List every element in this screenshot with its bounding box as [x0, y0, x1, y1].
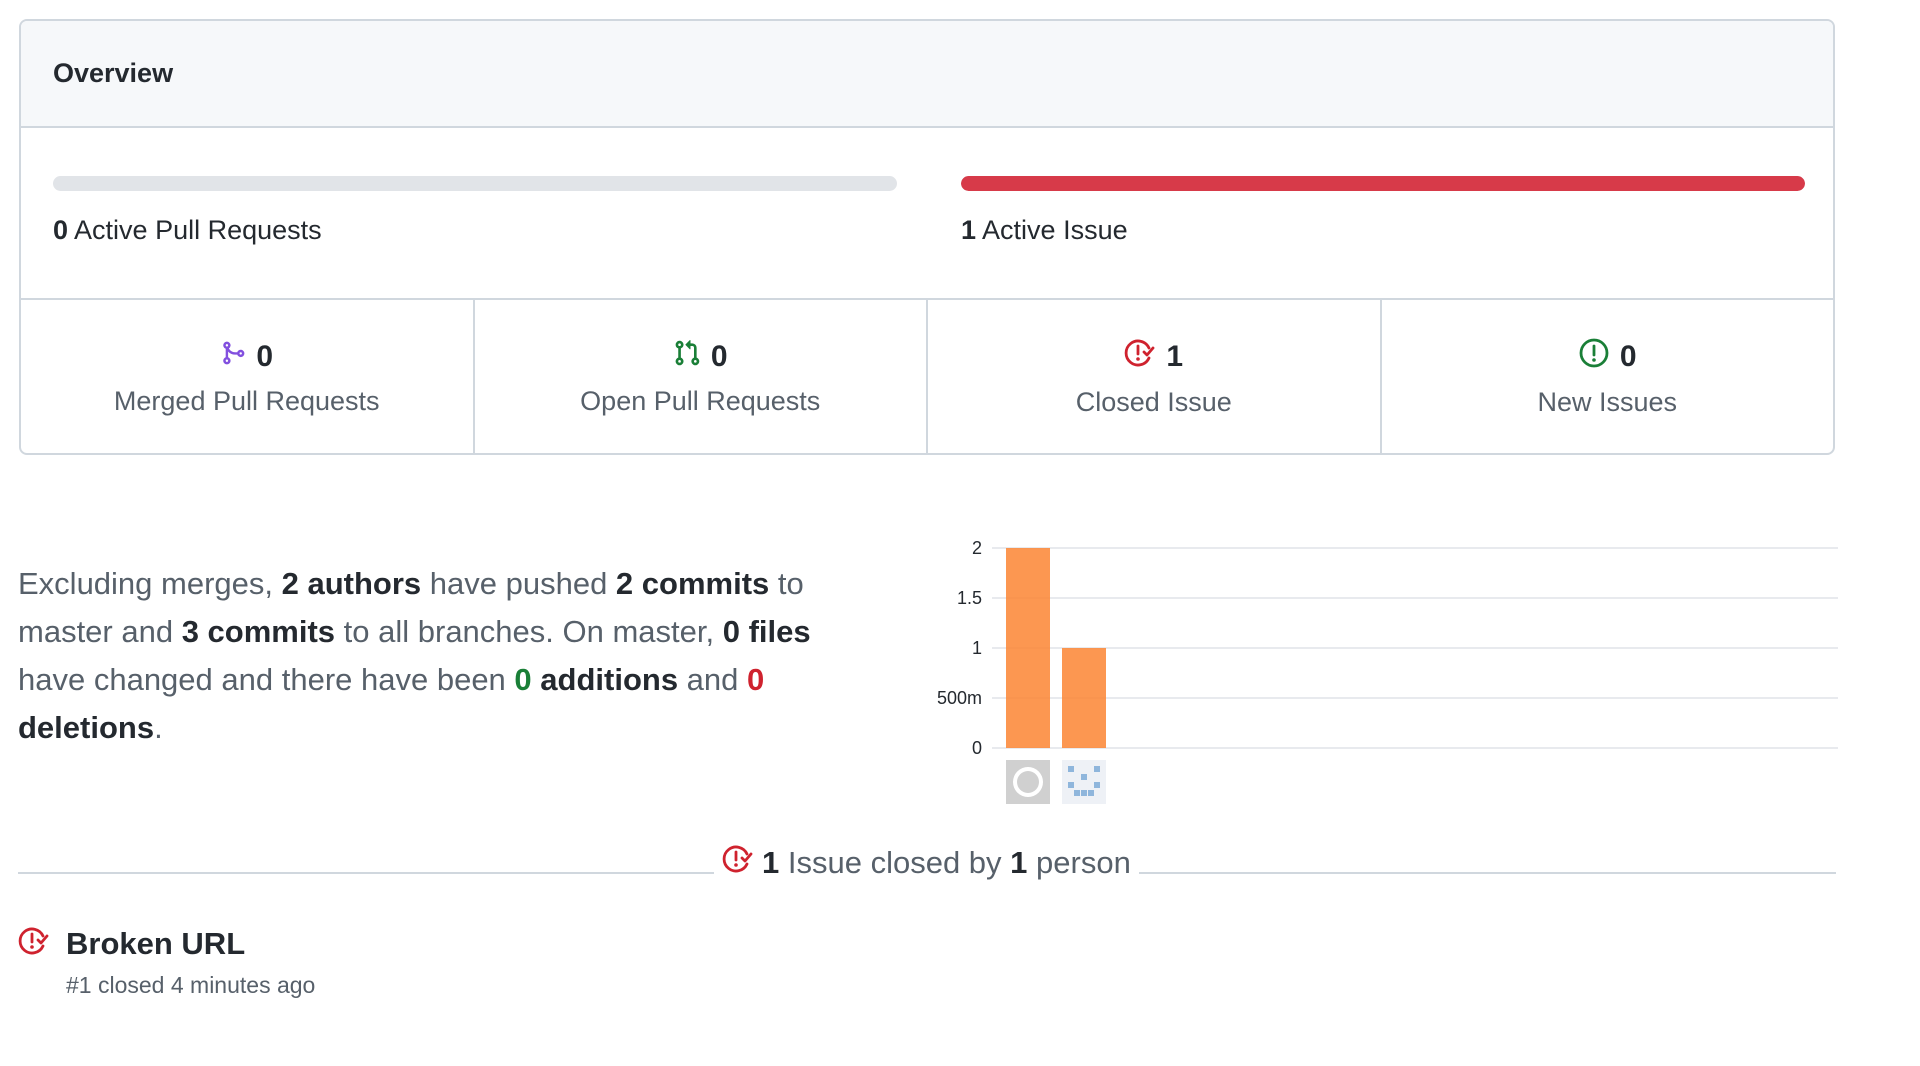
identicon-pixel: [1074, 790, 1080, 796]
overview-progress-section: 0 Active Pull Requests 1 Active Issue: [21, 128, 1833, 300]
deletions-count: 0: [747, 662, 765, 697]
active-prs-label[interactable]: 0 Active Pull Requests: [53, 215, 897, 246]
summary-text: to all branches. On master,: [335, 614, 723, 649]
active-issues-block[interactable]: 1 Active Issue: [961, 176, 1805, 246]
y-tick-label: 0: [972, 738, 982, 758]
new-issues-count: 0: [1619, 340, 1637, 373]
git-pull-request-icon: [673, 338, 701, 376]
identicon-pixel: [1068, 782, 1074, 788]
authors-link[interactable]: 2 authors: [282, 566, 422, 601]
master-commits-link[interactable]: 2 commits: [616, 566, 769, 601]
issue-opened-icon: [1578, 337, 1610, 377]
identicon-pixel: [1094, 766, 1100, 772]
deletions-label: deletions: [18, 710, 155, 745]
active-prs-bar: [53, 176, 897, 191]
merged-prs-label: Merged Pull Requests: [113, 386, 380, 416]
stat-open-prs[interactable]: 0 Open Pull Requests: [475, 300, 928, 453]
merged-prs-count: 0: [256, 340, 274, 373]
y-tick-label: 2: [972, 538, 982, 558]
new-issues-label: New Issues: [1537, 387, 1678, 417]
active-prs-text: Active Pull Requests: [74, 215, 322, 245]
identicon-pixel: [1068, 766, 1074, 772]
closed-issues-heading-text: Issue closed by: [779, 845, 1011, 880]
summary-text: and: [678, 662, 748, 697]
active-issues-label[interactable]: 1 Active Issue: [961, 215, 1805, 246]
commit-summary: Excluding merges, 2 authors have pushed …: [18, 560, 878, 752]
active-prs-block[interactable]: 0 Active Pull Requests: [53, 176, 897, 246]
y-tick-label: 500m: [937, 688, 982, 708]
list-item: Broken URL #1 closed 4 minutes ago: [18, 925, 315, 999]
issue-title-link[interactable]: Broken URL: [66, 926, 245, 962]
bar-author-2[interactable]: [1062, 648, 1106, 748]
summary-text: Excluding merges,: [18, 566, 282, 601]
identicon-pixel: [1081, 790, 1087, 796]
overview-panel: Overview 0 Active Pull Requests 1 Active…: [19, 19, 1835, 455]
additions-count: 0: [514, 662, 532, 697]
issue-closed-icon: [18, 925, 50, 962]
active-issues-count: 1: [961, 215, 977, 245]
summary-text: have changed and there have been: [18, 662, 515, 697]
git-merge-icon: [220, 338, 246, 376]
github-mark-inner: [1017, 771, 1039, 793]
stat-merged-prs[interactable]: 0 Merged Pull Requests: [21, 300, 475, 453]
identicon-pixel: [1081, 774, 1087, 780]
closed-issues-label: Closed Issue: [1075, 387, 1232, 417]
summary-text: .: [154, 710, 163, 745]
y-tick-label: 1.5: [957, 588, 982, 608]
open-prs-count: 0: [710, 340, 728, 373]
commits-by-author-chart: 0 500m 1 1.5 2: [937, 538, 1838, 804]
closed-issues-count: 1: [1166, 340, 1184, 373]
closed-issues-heading-suffix: person: [1027, 845, 1131, 880]
summary-text: have pushed: [421, 566, 616, 601]
issue-meta: #1 closed 4 minutes ago: [66, 972, 316, 998]
active-prs-count: 0: [53, 215, 69, 245]
closed-issues-heading-people: 1: [1010, 845, 1028, 880]
all-commits-link[interactable]: 3 commits: [182, 614, 335, 649]
active-issues-text: Active Issue: [982, 215, 1128, 245]
active-issues-bar: [961, 176, 1805, 191]
bar-author-1[interactable]: [1006, 548, 1050, 748]
overview-header: Overview: [21, 21, 1833, 128]
stat-closed-issues[interactable]: 1 Closed Issue: [928, 300, 1382, 453]
closed-issues-heading: 1 Issue closed by 1 person: [714, 843, 1139, 883]
overview-stats: 0 Merged Pull Requests 0 Open Pull Reque…: [21, 300, 1834, 453]
active-issues-bar-fill: [961, 176, 1805, 191]
overview-title: Overview: [53, 58, 174, 88]
open-prs-label: Open Pull Requests: [580, 386, 821, 416]
issue-closed-icon: [722, 843, 754, 883]
y-tick-label: 1: [972, 638, 982, 658]
closed-issues-heading-count: 1: [762, 845, 780, 880]
stat-new-issues[interactable]: 0 New Issues: [1382, 300, 1834, 453]
identicon-pixel: [1088, 790, 1094, 796]
additions-label: additions: [531, 662, 679, 697]
issue-closed-icon: [1124, 337, 1156, 377]
identicon-pixel: [1094, 782, 1100, 788]
files-changed-link[interactable]: 0 files: [723, 614, 811, 649]
